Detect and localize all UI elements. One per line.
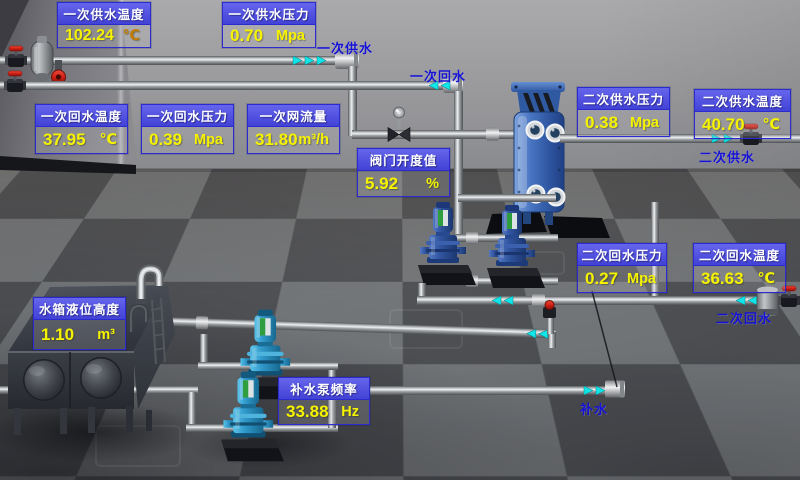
- pipe-label-secondary-supply: 二次供水: [699, 147, 755, 166]
- panel-title: 一次网流量: [248, 105, 339, 127]
- panel-title: 一次回水温度: [36, 105, 127, 127]
- tank-manhole: [80, 357, 122, 399]
- callout-leader-line: [592, 291, 617, 387]
- pipe-label-makeup-water: 补水: [580, 399, 608, 418]
- panel-value: 37.95: [43, 130, 86, 150]
- panel-secondary-return-pressure: 二次回水压力 0.27 Mpa: [577, 243, 667, 293]
- tank-manhole: [23, 359, 65, 401]
- panel-value: 102.24: [65, 27, 114, 45]
- panel-secondary-supply-temp: 二次供水温度 40.70 ℃: [694, 89, 791, 139]
- panel-primary-return-pressure: 一次回水压力 0.39 Mpa: [141, 104, 234, 154]
- baseboard: [0, 156, 136, 174]
- panel-value: 33.88: [286, 402, 329, 422]
- panel-title: 补水泵频率: [279, 378, 369, 400]
- panel-tank-level: 水箱液位高度 1.10 m³: [33, 297, 126, 350]
- pipe-primary-return: [0, 76, 463, 93]
- panel-unit: Mpa: [194, 132, 226, 148]
- panel-unit: %: [426, 176, 442, 192]
- panel-value: 0.27: [585, 269, 618, 289]
- panel-title: 一次回水压力: [142, 105, 233, 127]
- pipe-label-primary-return: 一次回水: [410, 66, 466, 85]
- panel-value: 36.63: [701, 269, 744, 289]
- panel-unit: ℃: [762, 117, 783, 133]
- panel-title: 二次供水压力: [578, 88, 669, 110]
- hmi-scada-screen: 一次供水温度 102.24 ℃ 一次供水压力 0.70 Mpa 一次回水温度 37.…: [0, 0, 800, 480]
- panel-value: 40.70: [702, 115, 745, 135]
- panel-value: 31.80: [255, 130, 298, 150]
- panel-unit: m³/h: [298, 132, 332, 148]
- air-separator-filter: [31, 36, 53, 81]
- pipe-label-primary-supply: 一次供水: [317, 38, 373, 57]
- panel-secondary-supply-pressure: 二次供水压力 0.38 Mpa: [577, 87, 670, 137]
- panel-title: 二次回水温度: [694, 244, 785, 266]
- pipe-secondary-return: [417, 294, 800, 307]
- panel-value: 5.92: [365, 174, 398, 194]
- panel-unit: Mpa: [627, 271, 659, 287]
- panel-title: 二次供水温度: [695, 90, 790, 112]
- panel-secondary-return-temp: 二次回水温度 36.63 ℃: [693, 243, 786, 293]
- pipe-primary-supply: [0, 51, 359, 69]
- panel-unit: ℃: [99, 132, 120, 148]
- panel-unit: ℃: [757, 271, 778, 287]
- panel-title: 二次回水压力: [578, 244, 666, 266]
- panel-unit: m³: [97, 327, 118, 343]
- panel-title: 水箱液位高度: [34, 298, 125, 320]
- pipe-label-secondary-return: 二次回水: [716, 308, 772, 327]
- panel-value: 1.10: [41, 325, 74, 345]
- panel-makeup-pump-freq: 补水泵频率 33.88 Hz: [278, 377, 370, 425]
- panel-value: 0.38: [585, 113, 618, 133]
- panel-unit: Mpa: [276, 28, 308, 44]
- panel-title: 一次供水温度: [58, 3, 150, 25]
- panel-primary-flow: 一次网流量 31.80m³/h: [247, 104, 340, 154]
- panel-value: 0.70: [230, 26, 263, 46]
- panel-title: 阀门开度值: [358, 149, 449, 171]
- pipe-hex-inlet: [352, 128, 532, 141]
- plate-heat-exchanger: [511, 82, 565, 225]
- panel-value: 0.39: [149, 130, 182, 150]
- pipe-makeup-water: [330, 381, 625, 398]
- hex-port: [527, 122, 544, 139]
- panel-valve-opening: 阀门开度值 5.92%: [357, 148, 450, 197]
- valve-primary-return[interactable]: [4, 71, 26, 92]
- panel-unit: ℃: [122, 28, 143, 44]
- panel-primary-return-temp: 一次回水温度 37.95 ℃: [35, 104, 128, 154]
- panel-primary-supply-pressure: 一次供水压力 0.70 Mpa: [222, 2, 316, 48]
- valve-primary-supply[interactable]: [5, 46, 27, 67]
- panel-unit: Hz: [341, 404, 362, 420]
- panel-unit: Mpa: [630, 115, 662, 131]
- panel-title: 一次供水压力: [223, 3, 315, 25]
- branch-valve[interactable]: [543, 301, 556, 335]
- panel-primary-supply-temp: 一次供水温度 102.24 ℃: [57, 2, 151, 48]
- equipment-layer: [0, 0, 800, 480]
